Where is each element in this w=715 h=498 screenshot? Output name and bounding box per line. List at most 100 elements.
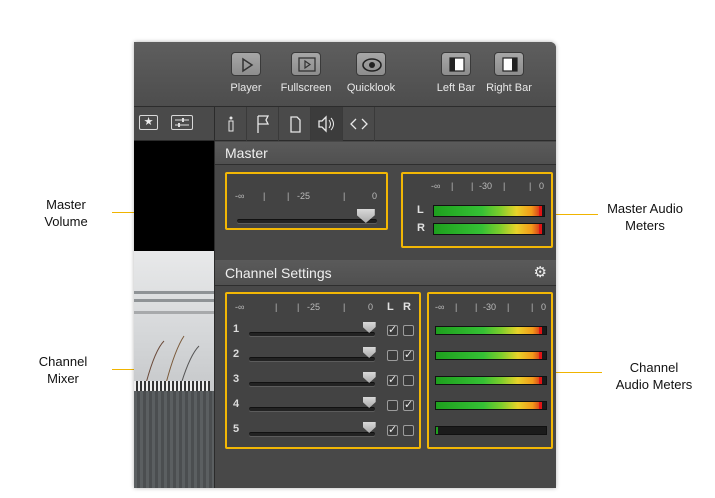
master-meter-right (433, 223, 545, 235)
channel-meter-peak (539, 402, 542, 409)
master-meter-left-label: L (417, 204, 424, 216)
channel-meter-scale-mid: -30 (483, 302, 497, 312)
channel-meter-fill (436, 377, 541, 384)
inspector-pane: Master -∞ | | -25 | 0 -∞ | | -30 | | 0 L (214, 107, 556, 488)
annotation-channel-mixer: Channel Mixer (38, 354, 88, 386)
annotation-channel-audio-meters: Channel Audio Meters (615, 360, 693, 392)
master-volume-scale-tick: | (343, 191, 346, 201)
left-sidebar-icon (441, 52, 471, 76)
quicklook-button[interactable]: Quicklook (345, 52, 397, 94)
channel-meter-scale-tick: | (475, 302, 478, 312)
tab-code-icon[interactable] (343, 107, 375, 141)
channel-number: 5 (233, 423, 240, 435)
master-meter-right-label: R (417, 222, 425, 234)
channel-number: 2 (233, 348, 240, 360)
tab-info-icon[interactable] (215, 107, 247, 141)
channel-left-checkbox[interactable]: ✓ (387, 425, 398, 436)
channel-meter (435, 376, 547, 385)
master-meter-right-peak (539, 224, 542, 234)
mixer-scale-min: -∞ (235, 302, 245, 312)
channel-meter-fill (436, 352, 541, 359)
master-meter-left (433, 205, 545, 217)
channel-right-checkbox[interactable] (403, 425, 414, 436)
channel-meter-scale-tick: | (507, 302, 510, 312)
mixer-left-column-label: L (387, 301, 394, 313)
master-section-header: Master (215, 142, 556, 165)
master-title: Master (225, 145, 268, 161)
master-volume-box: -∞ | | -25 | 0 (225, 172, 388, 230)
channel-meter-scale-tick: | (531, 302, 534, 312)
fullscreen-label: Fullscreen (280, 82, 332, 94)
channel-left-checkbox[interactable] (387, 400, 398, 411)
fullscreen-icon (291, 52, 321, 76)
eye-icon (356, 52, 386, 76)
channel-audio-meters-box: -∞ | | -30 | | 0 (427, 292, 553, 449)
channel-number: 3 (233, 373, 240, 385)
mixer-right-column-label: R (403, 301, 411, 313)
channel-settings-title: Channel Settings (225, 265, 332, 281)
master-meter-scale-min: -∞ (431, 181, 441, 191)
channel-volume-slider[interactable] (249, 382, 375, 386)
play-icon (231, 52, 261, 76)
master-volume-slider[interactable] (237, 219, 377, 223)
master-meter-left-peak (539, 206, 542, 216)
mixer-scale-tick: | (343, 302, 346, 312)
player-button[interactable]: Player (226, 52, 266, 94)
channel-right-checkbox[interactable] (403, 325, 414, 336)
fullscreen-button[interactable]: Fullscreen (279, 52, 333, 94)
gear-icon[interactable]: ⚙ (534, 260, 547, 286)
video-frame-image (134, 251, 214, 488)
toolbar: Player Fullscreen Quicklook Left Bar Rig… (134, 42, 556, 107)
channel-volume-slider[interactable] (249, 432, 375, 436)
channel-volume-slider[interactable] (249, 357, 375, 361)
master-audio-meters-box: -∞ | | -30 | | 0 L R (401, 172, 553, 248)
annotation-master-volume: Master Volume (44, 197, 88, 229)
right-bar-button[interactable]: Right Bar (483, 52, 535, 94)
channel-meter-scale-max: 0 (541, 302, 547, 312)
left-bar-label: Left Bar (436, 82, 476, 94)
sliders-icon[interactable] (171, 115, 193, 130)
annotation-line-channel-audio-meters (554, 372, 602, 373)
right-sidebar-icon (494, 52, 524, 76)
master-meter-scale-tick: | (529, 181, 532, 191)
annotation-line-master-audio-meters (554, 214, 598, 215)
channel-right-checkbox[interactable] (403, 375, 414, 386)
channel-right-checkbox[interactable]: ✓ (403, 400, 414, 411)
tab-flag-icon[interactable] (247, 107, 279, 141)
left-bar-button[interactable]: Left Bar (434, 52, 478, 94)
master-volume-scale-max: 0 (372, 191, 378, 201)
star-icon[interactable]: ★ (139, 115, 158, 130)
image-rail (134, 291, 214, 294)
channel-meter (435, 351, 547, 360)
channel-meter-fill (436, 427, 439, 434)
master-volume-scale-min: -∞ (235, 191, 245, 201)
app-window: Player Fullscreen Quicklook Left Bar Rig… (134, 42, 556, 488)
channel-mixer-box: -∞ | | -25 | 0 L R 1 ✓ 2 ✓ 3 ✓ 4 ✓ 5 ✓ (225, 292, 421, 449)
channel-number: 1 (233, 323, 240, 335)
channel-meter-peak (539, 377, 542, 384)
quicklook-label: Quicklook (346, 82, 396, 94)
channel-meter-fill (436, 327, 541, 334)
channel-left-checkbox[interactable] (387, 350, 398, 361)
channel-meter-peak (539, 327, 542, 334)
master-meter-scale-max: 0 (539, 181, 545, 191)
video-toolbar: ★ (134, 107, 214, 141)
channel-settings-header: Channel Settings ⚙ (215, 260, 556, 286)
channel-volume-slider[interactable] (249, 407, 375, 411)
channel-meter-fill (436, 402, 541, 409)
inspector-tabbar (215, 107, 556, 141)
channel-meter (435, 426, 547, 435)
tab-speaker-icon[interactable] (311, 107, 343, 141)
channel-meter (435, 401, 547, 410)
video-frame-top (134, 141, 214, 251)
channel-volume-slider[interactable] (249, 332, 375, 336)
channel-right-checkbox[interactable]: ✓ (403, 350, 414, 361)
master-volume-scale-tick: | (263, 191, 266, 201)
channel-left-checkbox[interactable]: ✓ (387, 325, 398, 336)
channel-number: 4 (233, 398, 240, 410)
channel-meter (435, 326, 547, 335)
tab-document-icon[interactable] (279, 107, 311, 141)
master-meter-scale-tick: | (471, 181, 474, 191)
channel-left-checkbox[interactable]: ✓ (387, 375, 398, 386)
image-rail (134, 311, 214, 314)
